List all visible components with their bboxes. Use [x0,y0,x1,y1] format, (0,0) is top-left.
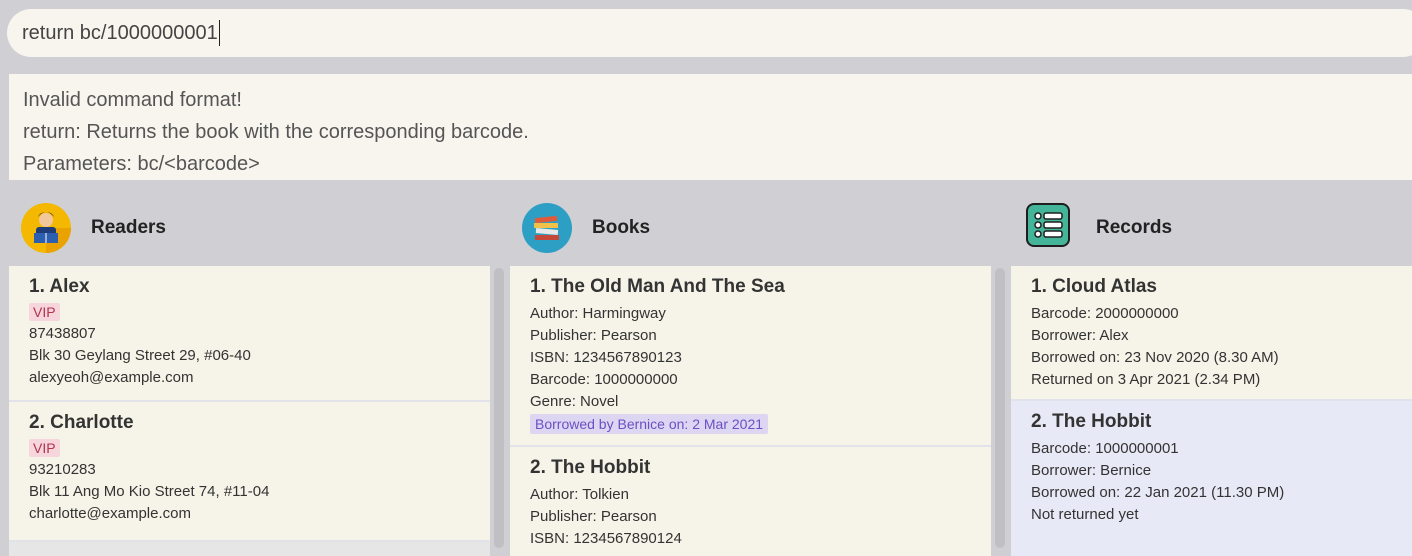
list-icon [1026,203,1076,253]
record-title: 1. Cloud Atlas [1031,276,1157,297]
records-header: Records [1026,202,1172,254]
reader-phone: 87438807 [29,325,96,342]
result-line: Invalid command format! [23,89,242,111]
record-returned: Returned on 3 Apr 2021 (2.34 PM) [1031,371,1261,388]
record-card[interactable]: 1. Cloud Atlas Barcode: 2000000000 Borro… [1011,266,1412,401]
reader-icon [21,203,71,253]
record-borrowed-on: Borrowed on: 22 Jan 2021 (11.30 PM) [1031,484,1285,501]
record-list[interactable]: 1. Cloud Atlas Barcode: 2000000000 Borro… [1011,266,1412,556]
record-borrowed-on: Borrowed on: 23 Nov 2020 (8.30 AM) [1031,349,1279,366]
book-author: Author: Tolkien [530,486,629,503]
book-isbn: ISBN: 1234567890123 [530,349,682,366]
record-borrower: Borrower: Bernice [1031,462,1152,479]
book-genre: Genre: Novel [530,393,619,410]
result-line: return: Returns the book with the corres… [23,121,529,143]
command-input[interactable]: return bc/1000000001 [7,9,1412,57]
records-title: Records [1096,217,1173,238]
text-caret [218,20,220,46]
record-returned: Not returned yet [1031,506,1139,523]
book-barcode: Barcode: 1000000000 [530,371,678,388]
result-line: Parameters: bc/<barcode> [23,153,260,175]
books-title: Books [592,217,651,238]
book-card[interactable]: 2. The Hobbit Author: Tolkien Publisher:… [510,447,991,556]
book-publisher: Publisher: Pearson [530,327,657,344]
readers-header: Readers [21,202,166,254]
borrow-status-tag: Borrowed by Bernice on: 2 Mar 2021 [530,414,769,434]
vip-tag: VIP [29,303,60,321]
book-title: 2. The Hobbit [530,457,651,478]
reader-name: 1. Alex [29,276,90,297]
vip-tag: VIP [29,439,60,457]
book-list-scrollbar[interactable] [995,268,1005,548]
reader-list[interactable]: 1. Alex VIP 87438807 Blk 30 Geylang Stre… [9,266,490,556]
result-display: Invalid command format! return: Returns … [9,74,1412,180]
book-author: Author: Harmingway [530,305,666,322]
reader-name: 2. Charlotte [29,412,134,433]
books-icon [522,203,572,253]
books-header: Books [522,202,650,254]
reader-email: charlotte@example.com [29,505,191,522]
readers-title: Readers [91,217,166,238]
record-borrower: Borrower: Alex [1031,327,1129,344]
book-publisher: Publisher: Pearson [530,508,657,525]
reader-list-scrollbar[interactable] [494,268,504,548]
book-isbn: ISBN: 1234567890124 [530,530,682,547]
reader-phone: 93210283 [29,461,96,478]
reader-card[interactable]: 2. Charlotte VIP 93210283 Blk 11 Ang Mo … [9,402,490,542]
reader-address: Blk 30 Geylang Street 29, #06-40 [29,347,251,364]
record-card-selected[interactable]: 2. The Hobbit Barcode: 1000000001 Borrow… [1011,401,1412,556]
command-input-text: return bc/1000000001 [22,21,218,44]
record-title: 2. The Hobbit [1031,411,1152,432]
reader-card[interactable]: 1. Alex VIP 87438807 Blk 30 Geylang Stre… [9,266,490,402]
book-list[interactable]: 1. The Old Man And The Sea Author: Harmi… [510,266,991,556]
book-card[interactable]: 1. The Old Man And The Sea Author: Harmi… [510,266,991,447]
record-barcode: Barcode: 1000000001 [1031,440,1179,457]
reader-address: Blk 11 Ang Mo Kio Street 74, #11-04 [29,483,270,500]
record-barcode: Barcode: 2000000000 [1031,305,1179,322]
reader-email: alexyeoh@example.com [29,369,194,386]
book-title: 1. The Old Man And The Sea [530,276,785,297]
